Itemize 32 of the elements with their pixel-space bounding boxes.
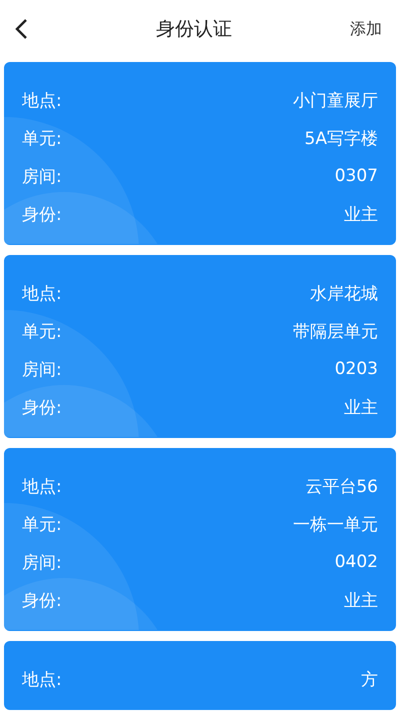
- field-value: 一栋一单元: [293, 514, 378, 536]
- identity-card[interactable]: 地点: 方: [4, 641, 396, 710]
- field-label: 身份:: [22, 396, 62, 418]
- field-value: 水岸花城: [310, 282, 378, 304]
- field-value: 0402: [334, 552, 378, 572]
- page-title: 身份认证: [156, 17, 232, 42]
- field-value: 业主: [344, 204, 378, 226]
- field-value: 带隔层单元: [293, 320, 378, 342]
- field-label: 单元:: [22, 128, 62, 150]
- field-label: 身份:: [22, 204, 62, 226]
- field-label: 单元:: [22, 514, 62, 536]
- field-label: 房间:: [22, 552, 62, 574]
- add-button[interactable]: 添加: [350, 18, 382, 40]
- field-value: 方: [361, 668, 378, 690]
- field-value: 5A写字楼: [304, 128, 378, 150]
- field-value: 小门童展厅: [293, 90, 378, 112]
- identity-card[interactable]: 地点: 小门童展厅 单元: 5A写字楼 房间: 0307 身份: 业主: [4, 62, 396, 245]
- field-label: 房间:: [22, 358, 62, 380]
- identity-card[interactable]: 地点: 水岸花城 单元: 带隔层单元 房间: 0203 身份: 业主: [4, 255, 396, 438]
- field-value: 0203: [334, 359, 378, 379]
- field-value: 业主: [344, 590, 378, 612]
- field-value: 业主: [344, 396, 378, 418]
- field-label: 地点:: [22, 668, 62, 690]
- field-label: 房间:: [22, 166, 62, 188]
- field-value: 云平台56: [305, 476, 378, 498]
- field-label: 身份:: [22, 590, 62, 612]
- identity-card[interactable]: 地点: 云平台56 单元: 一栋一单元 房间: 0402 身份: 业主: [4, 448, 396, 631]
- field-label: 地点:: [22, 282, 62, 304]
- field-label: 单元:: [22, 320, 62, 342]
- field-value: 0307: [334, 166, 378, 186]
- field-label: 地点:: [22, 90, 62, 112]
- field-label: 地点:: [22, 476, 62, 498]
